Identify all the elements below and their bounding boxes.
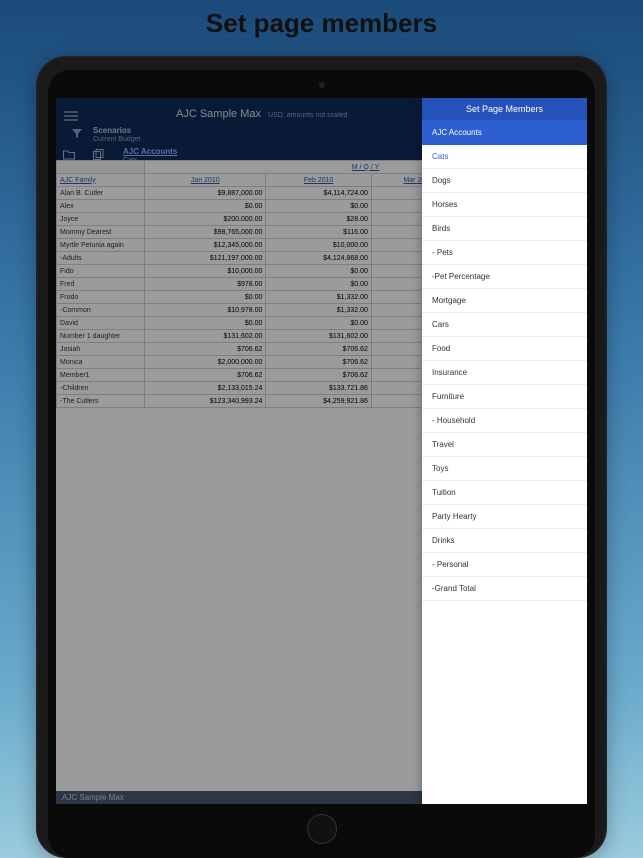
home-button[interactable]	[307, 814, 337, 844]
cell[interactable]: $1,332.00	[266, 304, 372, 317]
panel-item[interactable]: Drinks	[422, 529, 587, 553]
scenarios-block: Scenarios Current Budget	[93, 126, 140, 144]
row-name: Frodo	[57, 291, 145, 304]
panel-item[interactable]: - Household	[422, 409, 587, 433]
panel-item[interactable]: Travel	[422, 433, 587, 457]
cell[interactable]: $121,197,000.00	[145, 252, 266, 265]
cell[interactable]: $116.00	[266, 226, 372, 239]
row-name: Alex	[57, 200, 145, 213]
panel-item[interactable]: Birds	[422, 217, 587, 241]
row-name: David	[57, 317, 145, 330]
panel-title: Set Page Members	[422, 98, 587, 120]
row-name: Monica	[57, 356, 145, 369]
app-screen: AJC Sample Max USD, amounts not scaled S…	[56, 98, 587, 804]
cell[interactable]: $706.62	[145, 369, 266, 382]
cell[interactable]: $4,124,868.00	[266, 252, 372, 265]
currency-note: USD, amounts not scaled	[268, 112, 347, 119]
cell[interactable]: $0.00	[266, 278, 372, 291]
app-name-text: AJC Sample Max	[176, 108, 261, 120]
cell[interactable]: $123,340,993.24	[145, 395, 266, 408]
row-name: Myrtle Petunia again	[57, 239, 145, 252]
promo-title: Set page members	[0, 0, 643, 39]
cell[interactable]: $98,765,000.00	[145, 226, 266, 239]
cell[interactable]: $0.00	[266, 317, 372, 330]
panel-item[interactable]: -Pet Percentage	[422, 265, 587, 289]
cell[interactable]: $10,000.00	[266, 239, 372, 252]
cell[interactable]: $0.00	[266, 265, 372, 278]
panel-item[interactable]: Mortgage	[422, 289, 587, 313]
row-name: Alan B. Cutler	[57, 187, 145, 200]
cell[interactable]: $28.00	[266, 213, 372, 226]
row-name: Joyce	[57, 213, 145, 226]
cell[interactable]: $131,602.00	[266, 330, 372, 343]
panel-item[interactable]: Dogs	[422, 169, 587, 193]
row-name: Number 1 daughter	[57, 330, 145, 343]
panel-item[interactable]: Party Hearty	[422, 505, 587, 529]
panel-item[interactable]: Toys	[422, 457, 587, 481]
cell[interactable]: $978.00	[145, 278, 266, 291]
panel-item[interactable]: - Personal	[422, 553, 587, 577]
row-name: -Children	[57, 382, 145, 395]
hamburger-icon[interactable]	[64, 108, 78, 124]
panel-item[interactable]: Furniture	[422, 385, 587, 409]
cell[interactable]: $10,000.00	[145, 265, 266, 278]
scenarios-value: Current Budget	[93, 136, 140, 144]
cell[interactable]: $4,114,724.00	[266, 187, 372, 200]
row-name: -Common	[57, 304, 145, 317]
panel-item[interactable]: - Pets	[422, 241, 587, 265]
panel-item[interactable]: -Grand Total	[422, 577, 587, 601]
row-axis-label[interactable]: AJC Family	[57, 174, 145, 187]
cell[interactable]: $0.00	[145, 291, 266, 304]
accounts-label: AJC Accounts	[123, 147, 177, 157]
app-name: AJC Sample Max USD, amounts not scaled	[176, 108, 347, 120]
panel-item[interactable]: Horses	[422, 193, 587, 217]
cell[interactable]: $12,345,000.00	[145, 239, 266, 252]
row-name: Member1	[57, 369, 145, 382]
row-name: Josiah	[57, 343, 145, 356]
cell[interactable]: $131,602.00	[145, 330, 266, 343]
panel-subtitle: AJC Accounts	[422, 120, 587, 145]
cell[interactable]: $706.62	[266, 343, 372, 356]
cell[interactable]: $200,000.00	[145, 213, 266, 226]
folder-icon[interactable]	[63, 147, 75, 159]
panel-item[interactable]: Tuition	[422, 481, 587, 505]
col-header[interactable]: Jan 2010	[145, 174, 266, 187]
cell[interactable]: $4,259,921.86	[266, 395, 372, 408]
set-page-members-panel: Set Page Members AJC Accounts CatsDogsHo…	[422, 98, 587, 804]
row-name: -Adults	[57, 252, 145, 265]
cell[interactable]: $133,721.86	[266, 382, 372, 395]
cell[interactable]: $706.62	[266, 369, 372, 382]
copy-icon[interactable]	[93, 147, 105, 159]
cell[interactable]: $706.62	[145, 343, 266, 356]
row-name: -The Cutlers	[57, 395, 145, 408]
panel-list[interactable]: CatsDogsHorsesBirds- Pets-Pet Percentage…	[422, 145, 587, 804]
row-name: Fido	[57, 265, 145, 278]
panel-item[interactable]: Cats	[422, 145, 587, 169]
cell[interactable]: $1,332.00	[266, 291, 372, 304]
cell[interactable]: $0.00	[266, 200, 372, 213]
cell[interactable]: $0.00	[145, 317, 266, 330]
panel-item[interactable]: Insurance	[422, 361, 587, 385]
row-name: Mommy Dearest	[57, 226, 145, 239]
panel-item[interactable]: Food	[422, 337, 587, 361]
cell[interactable]: $706.62	[266, 356, 372, 369]
cell[interactable]: $2,133,015.24	[145, 382, 266, 395]
footer-text: AJC Sample Max	[62, 793, 124, 802]
camera-dot	[319, 82, 325, 88]
panel-item[interactable]: Cars	[422, 313, 587, 337]
mqy-link[interactable]: M / Q / Y	[352, 164, 380, 171]
scenarios-label: Scenarios	[93, 126, 140, 136]
col-header[interactable]: Feb 2010	[266, 174, 372, 187]
cell[interactable]: $9,887,000.00	[145, 187, 266, 200]
cell[interactable]: $10,978.00	[145, 304, 266, 317]
tablet-frame: AJC Sample Max USD, amounts not scaled S…	[36, 56, 607, 858]
row-name: Fred	[57, 278, 145, 291]
cell[interactable]: $0.00	[145, 200, 266, 213]
cell[interactable]: $2,000,000.00	[145, 356, 266, 369]
filter-icon[interactable]	[71, 126, 83, 138]
